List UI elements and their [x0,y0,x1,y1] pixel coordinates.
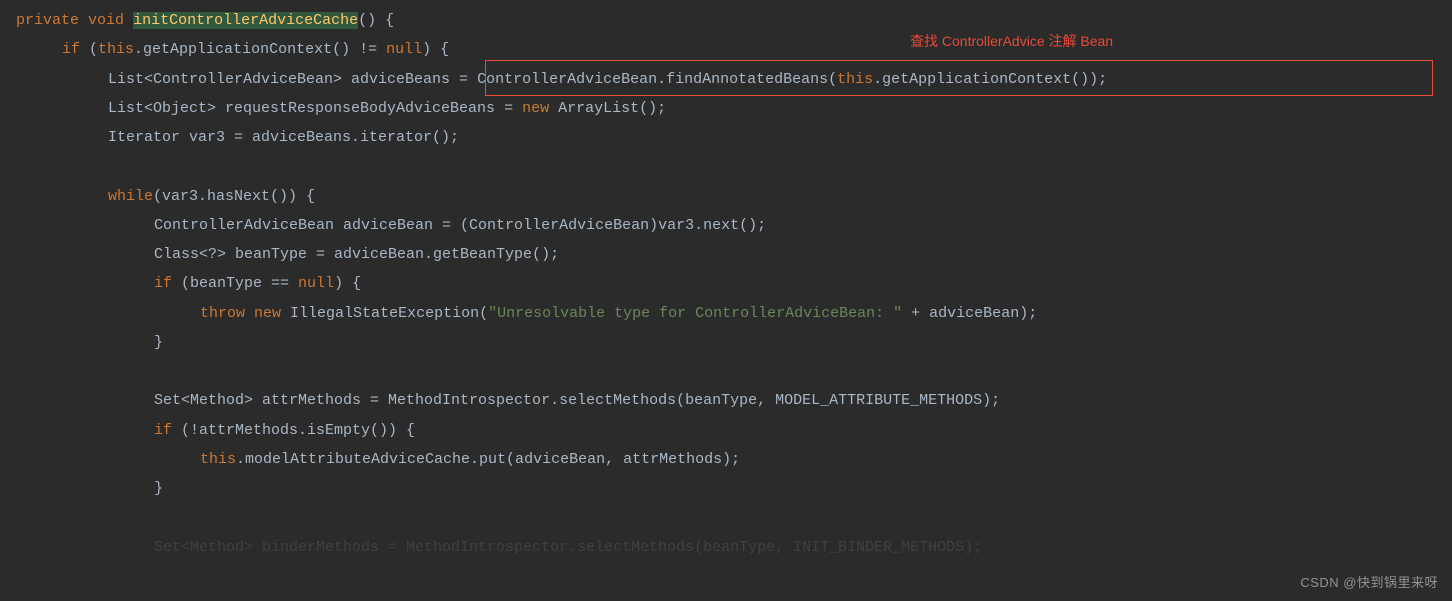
code-line: if (beanType == null) { [0,269,1452,298]
keyword: if [154,422,172,439]
code-text: ) { [422,41,449,58]
blank-line [0,152,1452,181]
blank-line [0,357,1452,386]
method-name-highlight: initControllerAdviceCache [133,12,358,29]
keyword: void [88,12,124,29]
string-literal: "Unresolvable type for ControllerAdviceB… [488,305,902,322]
code-line: Iterator var3 = adviceBeans.iterator(); [0,123,1452,152]
keyword: if [154,275,172,292]
code-text: () { [358,12,394,29]
code-text: .getApplicationContext() != [134,41,386,58]
code-line: Set<Method> attrMethods = MethodIntrospe… [0,386,1452,415]
code-text: .getApplicationContext()); [873,71,1107,88]
code-text: IllegalStateException( [281,305,488,322]
code-line: } [0,328,1452,357]
keyword: null [386,41,422,58]
code-text: (var3.hasNext()) { [153,188,315,205]
code-text: ) { [334,275,361,292]
code-line: } [0,474,1452,503]
code-text: ControllerAdviceBean.findAnnotatedBeans( [477,71,837,88]
code-text: (beanType == [172,275,298,292]
code-line: ControllerAdviceBean adviceBean = (Contr… [0,211,1452,240]
code-text: } [154,334,163,351]
code-line: while(var3.hasNext()) { [0,182,1452,211]
keyword: private [16,12,79,29]
code-text: } [154,480,163,497]
code-text: ControllerAdviceBean adviceBean = (Contr… [154,217,766,234]
code-text: Set<Method> attrMethods = MethodIntrospe… [154,392,1000,409]
keyword-this: this [200,451,236,468]
code-line: this.modelAttributeAdviceCache.put(advic… [0,445,1452,474]
code-text: Set<Method> binderMethods = MethodIntros… [154,539,982,556]
code-line: if (this.getApplicationContext() != null… [0,35,1452,64]
code-text: + adviceBean); [902,305,1037,322]
code-line: if (!attrMethods.isEmpty()) { [0,416,1452,445]
keyword: new [522,100,549,117]
code-text: (!attrMethods.isEmpty()) { [172,422,415,439]
code-line: List<ControllerAdviceBean> adviceBeans =… [0,65,1452,94]
keyword: while [108,188,153,205]
code-line-partial: Set<Method> binderMethods = MethodIntros… [0,533,1452,562]
code-text: ArrayList(); [549,100,666,117]
keyword: if [62,41,80,58]
code-line: private void initControllerAdviceCache()… [0,6,1452,35]
code-line: throw new IllegalStateException("Unresol… [0,299,1452,328]
code-text: List<Object> requestResponseBodyAdviceBe… [108,100,522,117]
code-line: Class<?> beanType = adviceBean.getBeanTy… [0,240,1452,269]
code-text: ( [80,41,98,58]
keyword: throw [200,305,245,322]
code-line: List<Object> requestResponseBodyAdviceBe… [0,94,1452,123]
code-text: .modelAttributeAdviceCache.put(adviceBea… [236,451,740,468]
code-text: Iterator var3 = adviceBeans.iterator(); [108,129,459,146]
keyword: new [254,305,281,322]
watermark: CSDN @快到锅里来呀 [1300,570,1438,595]
code-text: List<ControllerAdviceBean> adviceBeans = [108,71,477,88]
annotation-label: 查找 ControllerAdvice 注解 Bean [910,28,1113,55]
blank-line [0,503,1452,532]
keyword-this: this [837,71,873,88]
keyword: null [298,275,334,292]
code-text: Class<?> beanType = adviceBean.getBeanTy… [154,246,559,263]
keyword-this: this [98,41,134,58]
